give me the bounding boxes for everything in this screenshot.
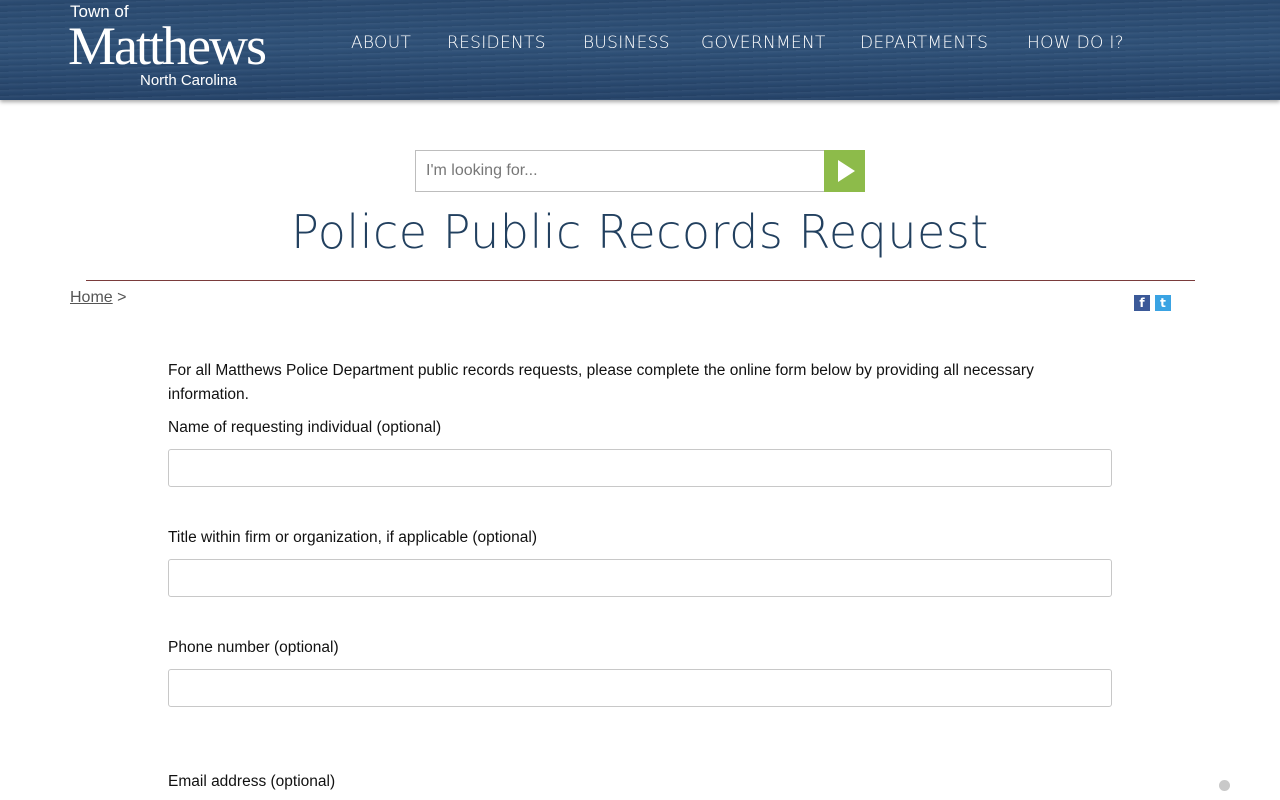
breadcrumb-separator: > (117, 289, 127, 306)
nav-residents[interactable]: RESIDENTS (447, 33, 546, 53)
logo-name-text: Matthews (68, 16, 267, 76)
site-header: Town of Matthews North Carolina ABOUT RE… (0, 0, 1280, 100)
logo-state-text: North Carolina (140, 72, 237, 89)
title-divider (86, 280, 1195, 281)
twitter-icon: t (1160, 296, 1166, 310)
facebook-icon: f (1139, 296, 1145, 310)
search-submit-button[interactable] (824, 150, 865, 192)
email-field-label: Email address (optional) (168, 773, 336, 790)
twitter-share-button[interactable]: t (1155, 295, 1171, 311)
scroll-indicator[interactable] (1219, 780, 1230, 791)
name-field[interactable] (168, 449, 1112, 487)
nav-how-do-i[interactable]: HOW DO I? (1027, 33, 1124, 53)
facebook-share-button[interactable]: f (1134, 295, 1150, 311)
breadcrumb-home-link[interactable]: Home (70, 289, 113, 306)
name-field-label: Name of requesting individual (optional) (168, 419, 442, 436)
nav-about[interactable]: ABOUT (351, 33, 411, 53)
nav-business[interactable]: BUSINESS (583, 33, 670, 53)
nav-government[interactable]: GOVERNMENT (701, 33, 826, 53)
title-field-label: Title within firm or organization, if ap… (168, 529, 538, 546)
breadcrumb: Home > (70, 289, 126, 307)
town-logo[interactable]: Town of Matthews North Carolina (68, 2, 267, 94)
phone-field[interactable] (168, 669, 1112, 707)
page-title: Police Public Records Request (291, 205, 989, 259)
phone-field-label: Phone number (optional) (168, 639, 339, 656)
play-arrow-icon (838, 160, 855, 182)
site-search (415, 150, 865, 192)
title-field[interactable] (168, 559, 1112, 597)
search-input[interactable] (415, 150, 824, 192)
form-intro: For all Matthews Police Department publi… (168, 362, 1034, 403)
nav-departments[interactable]: DEPARTMENTS (860, 33, 988, 53)
